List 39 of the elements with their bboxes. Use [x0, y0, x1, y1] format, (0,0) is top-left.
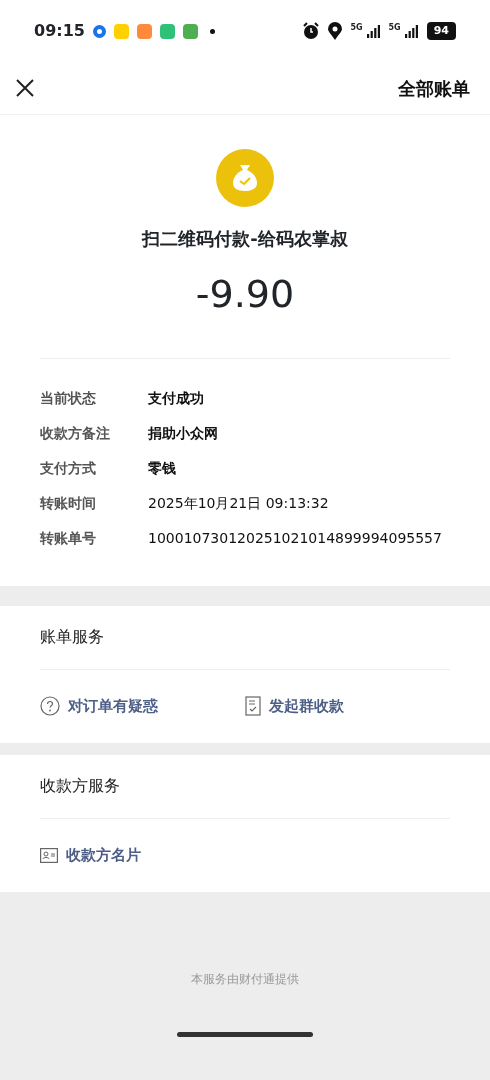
detail-label: 收款方备注	[40, 423, 111, 443]
detail-label: 转账时间	[40, 493, 97, 513]
question-icon	[40, 696, 60, 717]
app-icon	[182, 23, 198, 39]
money-bag-icon	[216, 149, 274, 207]
signal-icon	[366, 24, 381, 38]
transaction-title: 扫二维码付款-给码农掌叔	[142, 227, 348, 251]
section-title: 账单服务	[40, 605, 450, 670]
detail-value: 2025年10月21日 09:13:32	[148, 493, 329, 513]
service-link[interactable]: 收款方名片	[40, 843, 258, 867]
network-label: 5G	[350, 24, 363, 32]
app-icon	[113, 23, 129, 39]
detail-label: 转账单号	[40, 528, 97, 548]
detail-value: 100010730120251021014899994095557	[148, 528, 442, 548]
contact-card-icon	[40, 847, 58, 863]
detail-value: 支付成功	[148, 388, 204, 408]
alarm-icon	[302, 22, 321, 40]
app-icon	[136, 23, 152, 39]
section-title: 收款方服务	[40, 754, 450, 819]
all-bills-link[interactable]: 全部账单	[398, 74, 470, 102]
footer-note: 本服务由财付通提供	[190, 970, 300, 988]
network-label: 5G	[388, 24, 401, 32]
service-link[interactable]: 对订单有疑惑	[40, 694, 245, 718]
detail-value: 捐助小众网	[148, 423, 218, 443]
detail-label: 当前状态	[40, 388, 97, 408]
detail-value: 零钱	[148, 458, 176, 478]
status-time: 09:15	[34, 20, 85, 42]
amount: -9.90	[195, 272, 295, 318]
close-icon[interactable]	[14, 77, 36, 99]
detail-label: 支付方式	[40, 458, 97, 478]
home-indicator[interactable]	[177, 1031, 313, 1037]
app-icon	[159, 23, 175, 39]
notification-dot-icon	[209, 28, 215, 34]
signal-icon	[404, 24, 419, 38]
app-icon	[92, 24, 106, 38]
battery-level: 94	[426, 21, 456, 41]
service-link[interactable]: 发起群收款	[245, 694, 450, 718]
location-icon	[328, 22, 343, 40]
checklist-icon	[245, 696, 261, 717]
